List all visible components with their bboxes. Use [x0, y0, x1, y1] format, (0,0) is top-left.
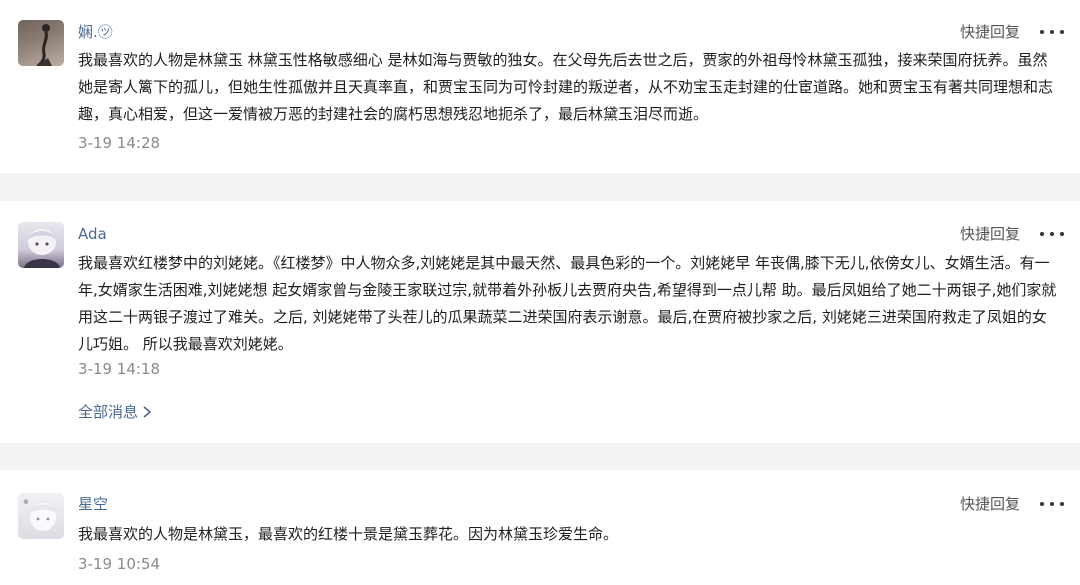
avatar[interactable] — [18, 20, 64, 66]
avatar[interactable]: ※ — [18, 493, 64, 539]
all-messages-label: 全部消息 — [78, 403, 139, 421]
comment-time: 3-19 10:54 — [78, 555, 161, 573]
comment-time: 3-19 14:28 — [78, 134, 161, 152]
more-icon[interactable] — [1040, 224, 1064, 244]
quick-reply-button[interactable]: 快捷回复 — [960, 494, 1020, 514]
svg-text:※: ※ — [23, 498, 29, 506]
quick-reply-button[interactable]: 快捷回复 — [960, 22, 1020, 42]
comment-text: 我最喜欢的人物是林黛玉 林黛玉性格敏感细心 是林如海与贾敏的独女。在父母先后去世… — [78, 51, 1054, 123]
user-name[interactable]: 星空 — [78, 494, 108, 514]
all-messages-link[interactable]: 全部消息 — [78, 402, 152, 422]
user-name[interactable]: Ada — [78, 224, 107, 244]
quick-reply-button[interactable]: 快捷回复 — [960, 224, 1020, 244]
comment-text: 我最喜欢红楼梦中的刘姥姥。《红楼梦》中人物众多,刘姥姥是其中最天然、最具色彩的一… — [78, 254, 1057, 353]
avatar-image-icon: ※ — [23, 498, 58, 531]
more-icon[interactable] — [1040, 22, 1064, 42]
comment-time: 3-19 14:18 — [78, 360, 161, 378]
comment-card: Ada 快捷回复 我最喜欢红楼梦中的刘姥姥。《红楼梦》中人物众多,刘姥姥是其中最… — [0, 201, 1080, 443]
comment-card: ※ 星空 快捷回复 我最喜欢的人物是林黛玉，最喜欢的红楼十景是黛玉葬花。因为林黛… — [0, 470, 1080, 585]
avatar-image-icon — [24, 229, 60, 268]
avatar[interactable] — [18, 222, 64, 268]
more-icon[interactable] — [1040, 494, 1064, 514]
user-name[interactable]: 娴.㋡ — [78, 22, 113, 42]
comment-text: 我最喜欢的人物是林黛玉，最喜欢的红楼十景是黛玉葬花。因为林黛玉珍爱生命。 — [78, 525, 619, 543]
comment-card: 娴.㋡ 快捷回复 我最喜欢的人物是林黛玉 林黛玉性格敏感细心 是林如海与贾敏的独… — [0, 0, 1080, 173]
chevron-right-icon — [143, 406, 152, 418]
avatar-image-icon — [36, 24, 52, 66]
